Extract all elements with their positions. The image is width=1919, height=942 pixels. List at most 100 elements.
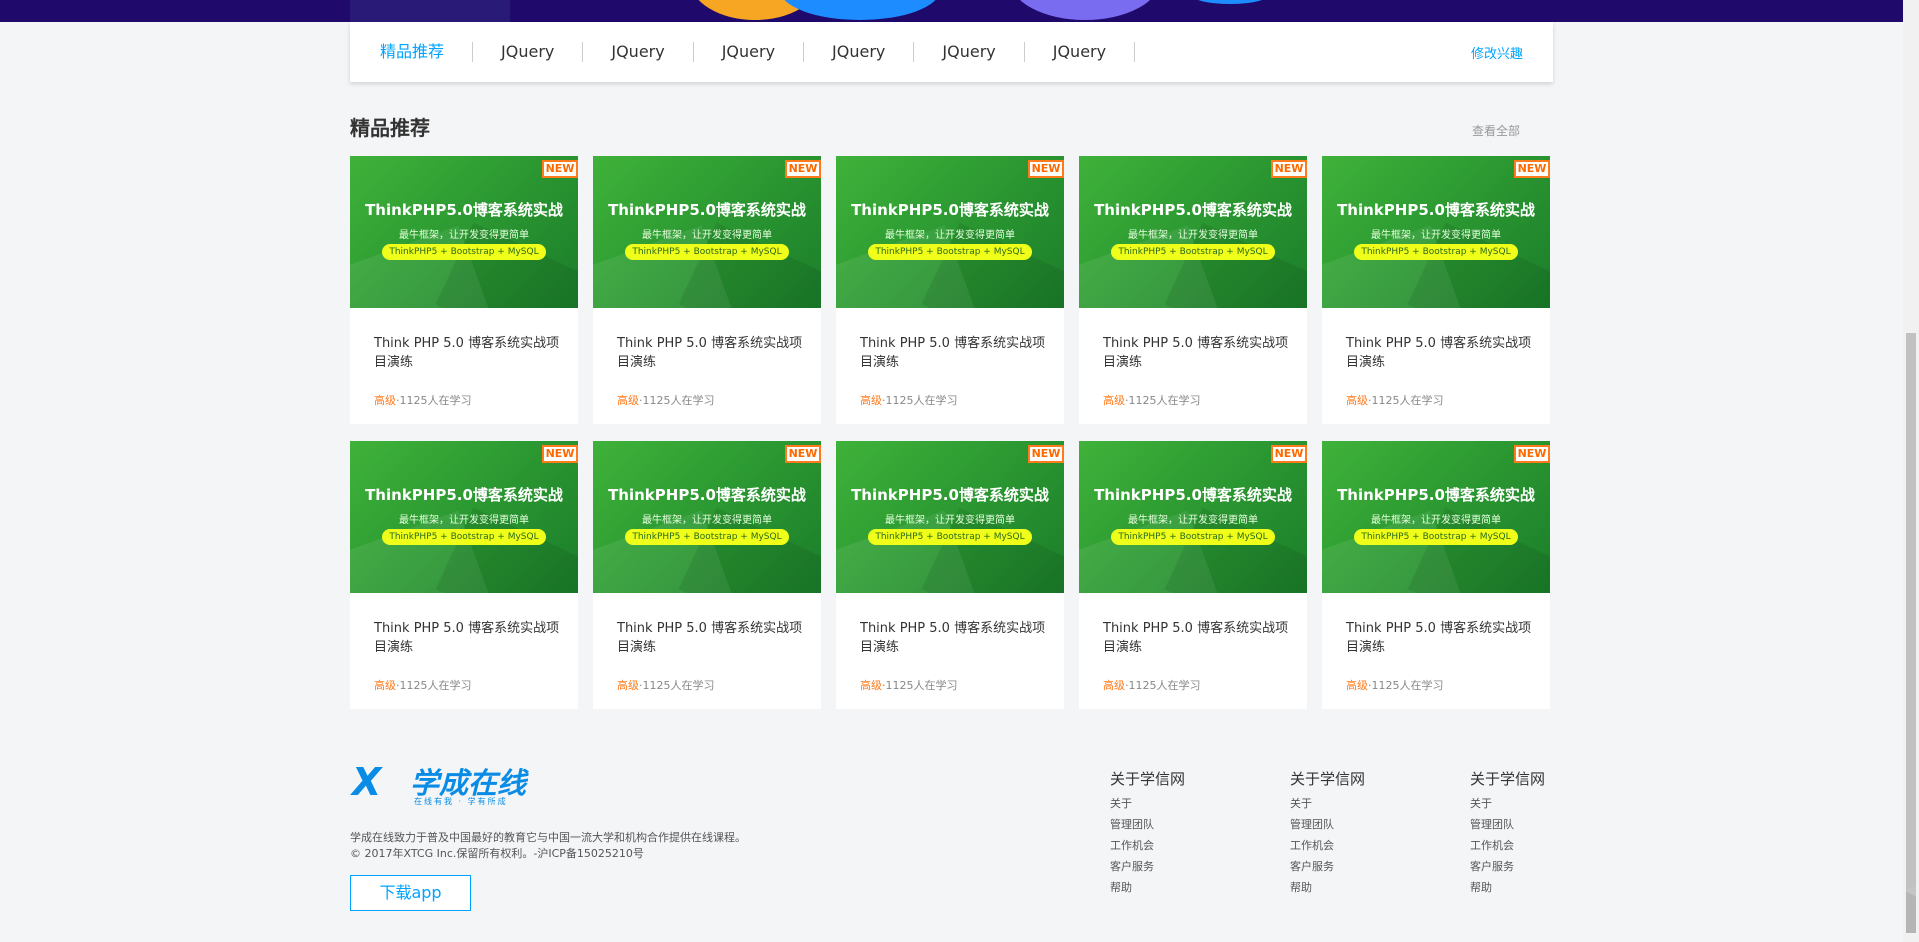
footer-link[interactable]: 客户服务 bbox=[1470, 856, 1590, 877]
course-students: ·1125人在学习 bbox=[1368, 679, 1444, 692]
tab-recommended[interactable]: 精品推荐 bbox=[380, 42, 474, 62]
footer-link[interactable]: 客户服务 bbox=[1290, 856, 1410, 877]
course-title[interactable]: Think PHP 5.0 博客系统实战项目演练 bbox=[617, 619, 807, 657]
footer-link[interactable]: 帮助 bbox=[1470, 877, 1590, 898]
course-card[interactable]: NEW ThinkPHP5.0博客系统实战 最牛框架，让开发变得更简单 ThinkPH… bbox=[350, 441, 578, 709]
course-meta: 高级·1125人在学习 bbox=[1103, 392, 1201, 408]
banner-blue-shape-small bbox=[1190, 0, 1270, 4]
thumbnail-subtitle: 最牛框架，让开发变得更简单 bbox=[399, 230, 529, 241]
course-card[interactable]: NEW ThinkPHP5.0博客系统实战 最牛框架，让开发变得更简单 ThinkPH… bbox=[593, 441, 821, 709]
course-students: ·1125人在学习 bbox=[882, 679, 958, 692]
tab-jquery[interactable]: JQuery bbox=[473, 42, 584, 62]
new-badge: NEW bbox=[1028, 445, 1064, 463]
course-card[interactable]: NEW ThinkPHP5.0博客系统实战 最牛框架，让开发变得更简单 ThinkPH… bbox=[1079, 156, 1307, 424]
course-thumbnail[interactable]: NEW ThinkPHP5.0博客系统实战 最牛框架，让开发变得更简单 ThinkPH… bbox=[1322, 441, 1550, 593]
course-card[interactable]: NEW ThinkPHP5.0博客系统实战 最牛框架，让开发变得更简单 ThinkPH… bbox=[593, 156, 821, 424]
footer-link[interactable]: 客户服务 bbox=[1110, 856, 1230, 877]
tab-jquery[interactable]: JQuery bbox=[914, 42, 1025, 62]
footer-link[interactable]: 工作机会 bbox=[1290, 835, 1410, 856]
course-title[interactable]: Think PHP 5.0 博客系统实战项目演练 bbox=[374, 619, 564, 657]
course-meta: 高级·1125人在学习 bbox=[374, 392, 472, 408]
thumbnail-subtitle: 最牛框架，让开发变得更简单 bbox=[885, 230, 1015, 241]
footer-link[interactable]: 关于 bbox=[1290, 793, 1410, 814]
thumbnail-tech-pill: ThinkPHP5 + Bootstrap + MySQL bbox=[1111, 529, 1275, 545]
thumbnail-title: ThinkPHP5.0博客系统实战 bbox=[851, 486, 1049, 504]
thumbnail-tech-pill: ThinkPHP5 + Bootstrap + MySQL bbox=[382, 529, 546, 545]
footer-link[interactable]: 管理团队 bbox=[1290, 814, 1410, 835]
footer-logo: X 学成在线 在线有我 · 学有所成 bbox=[350, 758, 550, 808]
thumbnail-subtitle: 最牛框架，让开发变得更简单 bbox=[885, 515, 1015, 526]
course-thumbnail[interactable]: NEW ThinkPHP5.0博客系统实战 最牛框架，让开发变得更简单 ThinkPH… bbox=[836, 156, 1064, 308]
footer-link[interactable]: 管理团队 bbox=[1470, 814, 1590, 835]
footer-link[interactable]: 关于 bbox=[1110, 793, 1230, 814]
footer-link[interactable]: 管理团队 bbox=[1110, 814, 1230, 835]
new-badge: NEW bbox=[1271, 160, 1307, 178]
course-card[interactable]: NEW ThinkPHP5.0博客系统实战 最牛框架，让开发变得更简单 ThinkPH… bbox=[1322, 441, 1550, 709]
thumbnail-tech-pill: ThinkPHP5 + Bootstrap + MySQL bbox=[625, 244, 789, 260]
thumbnail-title: ThinkPHP5.0博客系统实战 bbox=[608, 201, 806, 219]
course-thumbnail[interactable]: NEW ThinkPHP5.0博客系统实战 最牛框架，让开发变得更简单 ThinkPH… bbox=[593, 441, 821, 593]
course-thumbnail[interactable]: NEW ThinkPHP5.0博客系统实战 最牛框架，让开发变得更简单 ThinkPH… bbox=[350, 156, 578, 308]
thumbnail-title: ThinkPHP5.0博客系统实战 bbox=[365, 201, 563, 219]
section-title: 精品推荐 bbox=[350, 116, 430, 140]
course-thumbnail[interactable]: NEW ThinkPHP5.0博客系统实战 最牛框架，让开发变得更简单 ThinkPH… bbox=[1079, 441, 1307, 593]
course-level: 高级 bbox=[860, 679, 882, 692]
course-card[interactable]: NEW ThinkPHP5.0博客系统实战 最牛框架，让开发变得更简单 ThinkPH… bbox=[836, 441, 1064, 709]
course-thumbnail[interactable]: NEW ThinkPHP5.0博客系统实战 最牛框架，让开发变得更简单 ThinkPH… bbox=[1079, 156, 1307, 308]
banner-purple-shape bbox=[1010, 0, 1160, 20]
new-badge: NEW bbox=[542, 160, 578, 178]
thumbnail-title: ThinkPHP5.0博客系统实战 bbox=[608, 486, 806, 504]
course-meta: 高级·1125人在学习 bbox=[860, 392, 958, 408]
footer-column-heading: 关于学信网 bbox=[1290, 770, 1366, 788]
course-level: 高级 bbox=[1346, 394, 1368, 407]
course-students: ·1125人在学习 bbox=[1368, 394, 1444, 407]
tab-jquery[interactable]: JQuery bbox=[583, 42, 694, 62]
footer-link[interactable]: 工作机会 bbox=[1110, 835, 1230, 856]
course-title[interactable]: Think PHP 5.0 博客系统实战项目演练 bbox=[374, 334, 564, 372]
course-level: 高级 bbox=[617, 394, 639, 407]
scrollbar-thumb[interactable] bbox=[1906, 333, 1916, 933]
course-students: ·1125人在学习 bbox=[639, 679, 715, 692]
thumbnail-subtitle: 最牛框架，让开发变得更简单 bbox=[642, 230, 772, 241]
edit-interests-link[interactable]: 修改兴趣 bbox=[1471, 43, 1523, 62]
course-meta: 高级·1125人在学习 bbox=[374, 677, 472, 693]
page-scrollbar[interactable] bbox=[1903, 0, 1919, 942]
course-title[interactable]: Think PHP 5.0 博客系统实战项目演练 bbox=[860, 619, 1050, 657]
course-students: ·1125人在学习 bbox=[1125, 679, 1201, 692]
course-level: 高级 bbox=[374, 394, 396, 407]
course-thumbnail[interactable]: NEW ThinkPHP5.0博客系统实战 最牛框架，让开发变得更简单 ThinkPH… bbox=[836, 441, 1064, 593]
course-title[interactable]: Think PHP 5.0 博客系统实战项目演练 bbox=[617, 334, 807, 372]
course-thumbnail[interactable]: NEW ThinkPHP5.0博客系统实战 最牛框架，让开发变得更简单 ThinkPH… bbox=[593, 156, 821, 308]
top-banner bbox=[0, 0, 1903, 22]
download-app-button[interactable]: 下载app bbox=[350, 875, 471, 911]
footer-link[interactable]: 帮助 bbox=[1110, 877, 1230, 898]
thumbnail-title: ThinkPHP5.0博客系统实战 bbox=[1337, 201, 1535, 219]
view-all-link[interactable]: 查看全部 bbox=[1472, 122, 1520, 139]
course-card[interactable]: NEW ThinkPHP5.0博客系统实战 最牛框架，让开发变得更简单 ThinkPH… bbox=[1079, 441, 1307, 709]
course-students: ·1125人在学习 bbox=[1125, 394, 1201, 407]
tab-jquery[interactable]: JQuery bbox=[804, 42, 915, 62]
banner-shade bbox=[350, 0, 510, 22]
course-title[interactable]: Think PHP 5.0 博客系统实战项目演练 bbox=[860, 334, 1050, 372]
course-title[interactable]: Think PHP 5.0 博客系统实战项目演练 bbox=[1103, 619, 1293, 657]
thumbnail-title: ThinkPHP5.0博客系统实战 bbox=[851, 201, 1049, 219]
footer-column-heading: 关于学信网 bbox=[1470, 770, 1546, 788]
tab-jquery[interactable]: JQuery bbox=[694, 42, 805, 62]
footer-link[interactable]: 帮助 bbox=[1290, 877, 1410, 898]
course-students: ·1125人在学习 bbox=[639, 394, 715, 407]
footer-link[interactable]: 关于 bbox=[1470, 793, 1590, 814]
course-meta: 高级·1125人在学习 bbox=[1346, 677, 1444, 693]
course-title[interactable]: Think PHP 5.0 博客系统实战项目演练 bbox=[1103, 334, 1293, 372]
course-card[interactable]: NEW ThinkPHP5.0博客系统实战 最牛框架，让开发变得更简单 ThinkPH… bbox=[836, 156, 1064, 424]
course-title[interactable]: Think PHP 5.0 博客系统实战项目演练 bbox=[1346, 619, 1536, 657]
course-title[interactable]: Think PHP 5.0 博客系统实战项目演练 bbox=[1346, 334, 1536, 372]
thumbnail-title: ThinkPHP5.0博客系统实战 bbox=[1094, 201, 1292, 219]
footer-column-heading: 关于学信网 bbox=[1110, 770, 1186, 788]
footer-column: 关于学信网 关于 管理团队 工作机会 客户服务 帮助 bbox=[1470, 768, 1590, 898]
course-thumbnail[interactable]: NEW ThinkPHP5.0博客系统实战 最牛框架，让开发变得更简单 ThinkPH… bbox=[350, 441, 578, 593]
footer-link[interactable]: 工作机会 bbox=[1470, 835, 1590, 856]
course-card[interactable]: NEW ThinkPHP5.0博客系统实战 最牛框架，让开发变得更简单 ThinkPH… bbox=[350, 156, 578, 424]
course-thumbnail[interactable]: NEW ThinkPHP5.0博客系统实战 最牛框架，让开发变得更简单 ThinkPH… bbox=[1322, 156, 1550, 308]
tab-jquery[interactable]: JQuery bbox=[1025, 42, 1136, 62]
course-card[interactable]: NEW ThinkPHP5.0博客系统实战 最牛框架，让开发变得更简单 ThinkPH… bbox=[1322, 156, 1550, 424]
